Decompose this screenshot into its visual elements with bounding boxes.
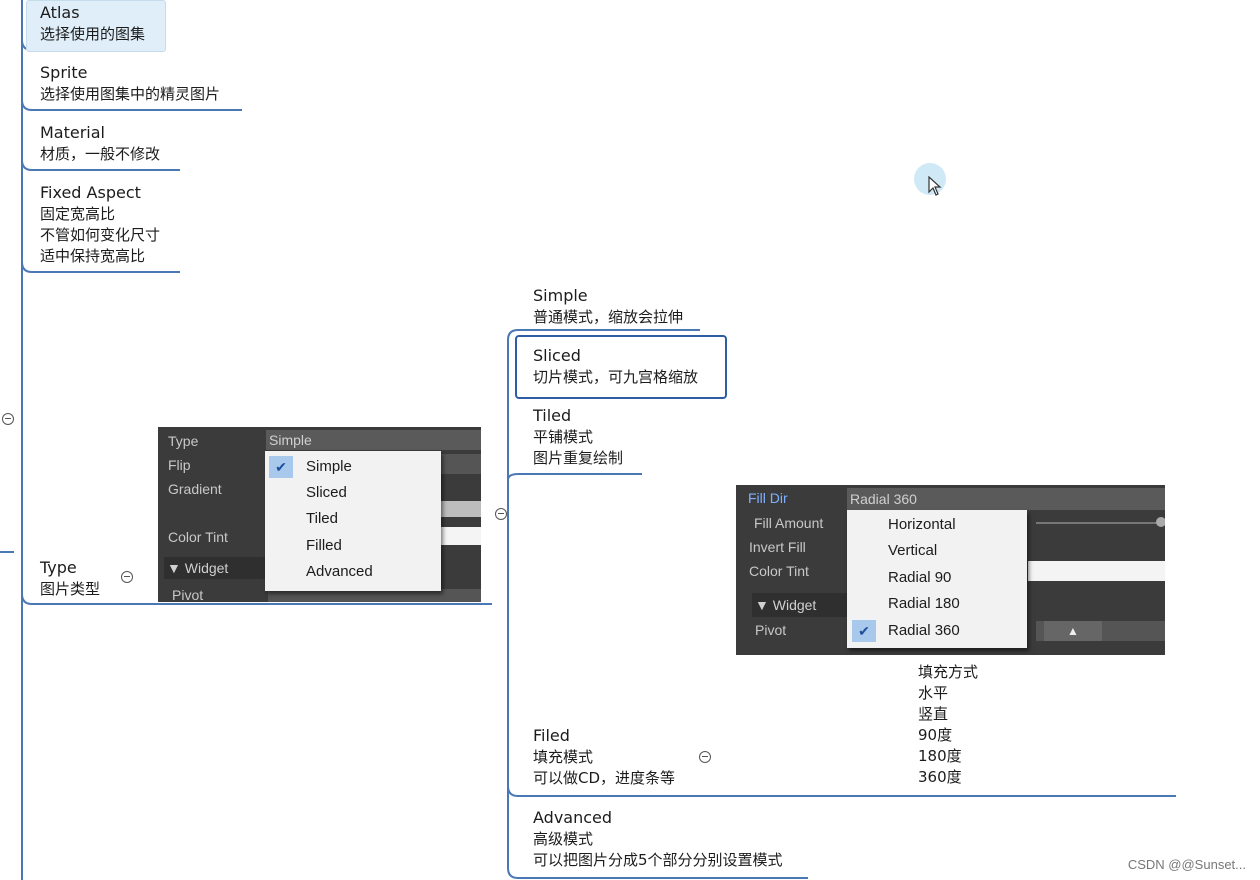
node-simple[interactable]: Simple 普通模式，缩放会拉伸 <box>533 285 683 328</box>
type-dropdown-menu[interactable]: ✔ Simple Sliced Tiled Filled Advanced <box>265 451 441 591</box>
node-desc: 选择使用的图集 <box>40 25 146 43</box>
option-label: Radial 90 <box>888 569 952 586</box>
fill-note-line: 水平 <box>918 684 949 702</box>
fill-note-line: 竖直 <box>918 705 949 723</box>
node-desc: 选择使用图集中的精灵图片 <box>40 85 221 103</box>
inspector-label: Gradient <box>168 481 222 497</box>
inspector-label: Color Tint <box>749 563 809 579</box>
node-desc: 图片类型 <box>40 580 101 598</box>
fill-dir-select[interactable]: Radial 360 <box>847 488 1165 510</box>
collapse-toggle-type[interactable] <box>121 571 133 583</box>
inspector-label: Invert Fill <box>749 539 806 555</box>
node-desc: 普通模式，缩放会拉伸 <box>533 308 684 326</box>
type-option-filled[interactable]: Filled <box>265 533 441 559</box>
fill-amount-slider[interactable] <box>1036 522 1161 524</box>
node-title: Atlas <box>40 3 80 22</box>
color-tint-field[interactable] <box>1028 561 1165 581</box>
node-filed[interactable]: Filed 填充模式 可以做CD，进度条等 <box>533 725 675 789</box>
fill-option-radial-90[interactable]: Radial 90 <box>847 565 1027 591</box>
option-label: Filled <box>306 537 342 554</box>
node-title: Fixed Aspect <box>40 183 141 202</box>
option-label: Horizontal <box>888 516 956 533</box>
node-desc: 切片模式，可九宫格缩放 <box>533 368 699 386</box>
collapse-toggle-type-children[interactable] <box>495 508 507 520</box>
fill-amount-handle[interactable] <box>1156 517 1165 527</box>
fill-option-radial-180[interactable]: Radial 180 <box>847 591 1027 617</box>
type-option-simple[interactable]: ✔ Simple <box>265 454 441 480</box>
flip-field[interactable] <box>438 454 481 474</box>
node-desc: 平铺模式 <box>533 428 594 446</box>
type-option-sliced[interactable]: Sliced <box>265 480 441 506</box>
widget-label: ▼ Widget <box>755 597 817 613</box>
inspector-label: Color Tint <box>168 529 228 545</box>
type-select[interactable]: Simple <box>266 430 481 450</box>
node-sliced[interactable]: Sliced 切片模式，可九宫格缩放 <box>533 345 698 388</box>
inspector-label: Fill Amount <box>754 515 824 531</box>
pivot-up-button[interactable]: ▲ <box>1044 621 1102 641</box>
checkmark-icon: ✔ <box>269 456 293 478</box>
fill-note-line: 360度 <box>918 768 962 786</box>
node-sprite[interactable]: Sprite 选择使用图集中的精灵图片 <box>40 62 220 105</box>
node-title: Type <box>40 558 77 577</box>
fill-inspector-screenshot: Fill Dir Fill Amount Invert Fill Color T… <box>736 485 1165 655</box>
node-desc: 可以做CD，进度条等 <box>533 769 676 787</box>
fill-note-line: 90度 <box>918 726 953 744</box>
gradient-field[interactable] <box>438 501 481 517</box>
watermark: CSDN @@Sunset... <box>1127 857 1246 872</box>
node-title: Filed <box>533 726 570 745</box>
node-desc: 材质，一般不修改 <box>40 145 161 163</box>
inspector-label: Fill Dir <box>748 490 788 506</box>
node-title: Simple <box>533 286 588 305</box>
fill-dir-dropdown-menu[interactable]: Horizontal Vertical Radial 90 Radial 180… <box>847 510 1027 648</box>
fill-note-line: 填充方式 <box>918 663 979 681</box>
node-title: Tiled <box>533 406 572 425</box>
node-desc: 固定宽高比 <box>40 205 116 223</box>
option-label: Radial 180 <box>888 595 960 612</box>
inspector-label: Pivot <box>755 622 787 638</box>
fill-option-horizontal[interactable]: Horizontal <box>847 512 1027 538</box>
type-inspector-screenshot: Type Flip Gradient Color Tint ▼ Widget P… <box>158 427 481 602</box>
option-label: Sliced <box>306 484 347 501</box>
fill-option-radial-360[interactable]: ✔ Radial 360 <box>847 618 1027 644</box>
widget-header: ▼ Widget <box>752 593 849 617</box>
node-desc: 可以把图片分成5个部分分别设置模式 <box>533 851 783 869</box>
inspector-label: Type <box>168 433 199 449</box>
node-title: Material <box>40 123 105 142</box>
fill-dir-row: Fill Dir <box>736 487 856 509</box>
collapse-toggle-filed[interactable] <box>699 751 711 763</box>
node-material[interactable]: Material 材质，一般不修改 <box>40 122 160 165</box>
fill-note: 填充方式 水平 竖直 90度 180度 360度 <box>918 662 978 788</box>
type-option-tiled[interactable]: Tiled <box>265 506 441 532</box>
node-desc: 高级模式 <box>533 830 594 848</box>
color-tint-field[interactable] <box>438 527 481 545</box>
option-label: Vertical <box>888 542 938 559</box>
option-label: Simple <box>306 458 352 475</box>
collapse-toggle-root[interactable] <box>2 413 14 425</box>
node-advanced[interactable]: Advanced 高级模式 可以把图片分成5个部分分别设置模式 <box>533 807 783 871</box>
option-label: Radial 360 <box>888 622 960 639</box>
widget-label: ▼ Widget <box>167 560 229 576</box>
node-fixed-aspect[interactable]: Fixed Aspect 固定宽高比 不管如何变化尺寸 适中保持宽高比 <box>40 182 160 267</box>
type-option-advanced[interactable]: Advanced <box>265 559 441 585</box>
node-title: Sprite <box>40 63 88 82</box>
node-desc: 填充模式 <box>533 748 594 766</box>
node-atlas[interactable]: Atlas 选择使用的图集 <box>40 2 145 45</box>
inspector-label: Pivot <box>172 587 204 602</box>
fill-note-line: 180度 <box>918 747 962 765</box>
mouse-cursor-icon <box>928 176 942 196</box>
node-tiled[interactable]: Tiled 平铺模式 图片重复绘制 <box>533 405 623 469</box>
checkmark-icon: ✔ <box>852 620 876 642</box>
fill-option-vertical[interactable]: Vertical <box>847 538 1027 564</box>
option-label: Advanced <box>306 563 373 580</box>
node-title: Advanced <box>533 808 613 827</box>
node-desc: 图片重复绘制 <box>533 449 624 467</box>
node-desc: 适中保持宽高比 <box>40 247 146 265</box>
widget-header: ▼ Widget <box>164 557 269 579</box>
node-desc: 不管如何变化尺寸 <box>40 226 161 244</box>
option-label: Tiled <box>306 510 338 527</box>
node-type[interactable]: Type 图片类型 <box>40 557 100 600</box>
inspector-label: Flip <box>168 457 191 473</box>
node-title: Sliced <box>533 346 581 365</box>
